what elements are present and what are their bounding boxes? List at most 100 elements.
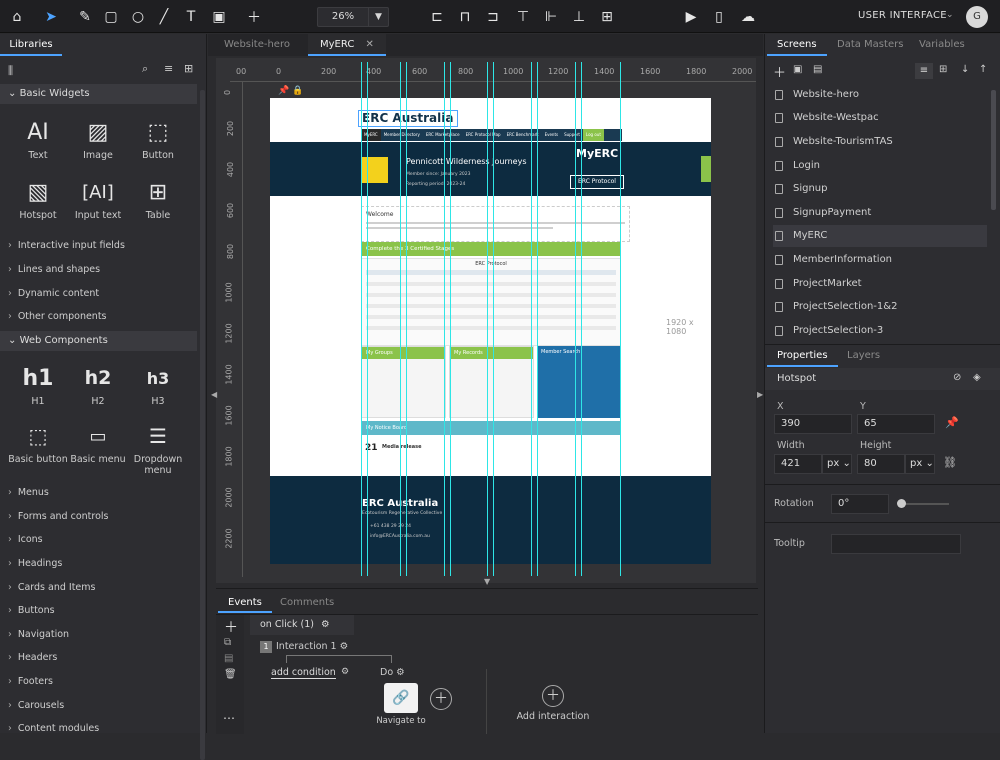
screen-item-selected[interactable]: MyERC — [773, 225, 987, 247]
align-center-icon[interactable]: ⊞ — [596, 6, 618, 28]
category-item[interactable]: Footers — [8, 676, 53, 687]
category-item[interactable]: Navigation — [8, 629, 69, 640]
lock-icon[interactable]: 🔒 — [292, 86, 303, 96]
add-icon[interactable]: ＋ — [243, 6, 265, 28]
screen-item[interactable]: ProjectSelection-3 — [773, 320, 987, 342]
interaction-label[interactable]: Interaction 1 ⚙ — [276, 641, 348, 652]
category-item[interactable]: Content modules — [8, 723, 99, 734]
add-action-button[interactable]: ＋ — [430, 688, 452, 710]
tab-variables[interactable]: Variables — [909, 34, 975, 56]
layout-guide[interactable] — [537, 62, 538, 576]
screen-item[interactable]: ProjectMarket — [773, 273, 987, 295]
widget-button[interactable]: ⬚ Button — [128, 114, 188, 162]
screens-scrollbar[interactable] — [991, 90, 996, 210]
widget-basic-button[interactable]: ⬚ Basic button — [8, 418, 68, 465]
widget-table[interactable]: ⊞ Table — [128, 174, 188, 222]
layout-guide[interactable] — [620, 62, 621, 576]
category-item[interactable]: Carousels — [8, 700, 64, 711]
pointer-tool-icon[interactable]: ➤ — [40, 6, 62, 28]
tab-myerc[interactable]: MyERC ✕ — [308, 34, 386, 56]
home-icon[interactable]: ⌂ — [6, 6, 28, 28]
collapse-bottom-icon[interactable]: ▼ — [484, 577, 490, 586]
gear-icon[interactable]: ⚙ — [396, 667, 405, 678]
event-trigger[interactable]: on Click (1) ⚙ — [250, 615, 354, 635]
tab-libraries[interactable]: Libraries — [0, 34, 62, 56]
library-icon[interactable]: ⫼ — [8, 64, 13, 78]
width-input[interactable]: 421 — [774, 454, 822, 474]
grid-view-icon[interactable]: ⊞ — [184, 62, 193, 75]
add-condition-link[interactable]: add condition — [271, 667, 336, 679]
search-icon[interactable]: ⌕ — [142, 62, 148, 76]
layout-guide[interactable] — [361, 62, 362, 576]
screen-item[interactable]: Login — [773, 155, 987, 177]
list-view-icon[interactable]: ≡ — [915, 63, 933, 79]
close-icon[interactable]: ✕ — [365, 39, 373, 50]
layout-guide[interactable] — [531, 62, 532, 576]
tab-layers[interactable]: Layers — [837, 345, 890, 367]
grid-view-icon[interactable]: ⊞ — [939, 64, 947, 75]
more-icon[interactable]: ⋯ — [223, 711, 235, 725]
play-icon[interactable]: ▶ — [680, 6, 702, 28]
collapse-right-icon[interactable]: ▶ — [757, 390, 763, 399]
layout-guide[interactable] — [400, 62, 401, 576]
pin-icon[interactable]: 📌 — [278, 86, 289, 96]
rectangle-tool-icon[interactable]: ▢ — [100, 6, 122, 28]
rotation-input[interactable]: 0° — [831, 494, 889, 514]
cloud-upload-icon[interactable]: ☁ — [737, 6, 759, 28]
layout-guide[interactable] — [487, 62, 488, 576]
section-web-components[interactable]: ⌄ Web Components — [0, 331, 197, 351]
folder-icon[interactable]: ▤ — [813, 64, 822, 75]
widget-image[interactable]: ▨ Image — [68, 114, 128, 162]
collapse-left-icon[interactable]: ◀ — [211, 390, 217, 399]
artboard-myerc[interactable]: ERC Australia MyERC Member Directory ERC… — [270, 98, 711, 564]
link-icon[interactable]: ⛓ — [943, 456, 957, 469]
category-item[interactable]: Lines and shapes — [8, 264, 100, 275]
tab-comments[interactable]: Comments — [270, 593, 344, 613]
category-item[interactable]: Menus — [8, 487, 49, 498]
gear-icon[interactable]: ⚙ — [321, 619, 330, 630]
tab-properties[interactable]: Properties — [767, 345, 838, 367]
image-tool-icon[interactable]: ▣ — [208, 6, 230, 28]
category-item[interactable]: Other components — [8, 311, 107, 322]
zoom-select[interactable]: 26% ▼ — [317, 7, 389, 27]
screen-item[interactable]: SignupPayment — [773, 202, 987, 224]
navigate-action[interactable]: 🔗 — [384, 683, 418, 713]
tab-events[interactable]: Events — [218, 593, 272, 613]
text-tool-icon[interactable]: T — [180, 6, 202, 28]
category-item[interactable]: Forms and controls — [8, 511, 109, 522]
screen-item[interactable]: Website-TourismTAS — [773, 131, 987, 153]
left-scrollbar[interactable] — [200, 90, 205, 760]
tab-screens[interactable]: Screens — [767, 34, 827, 56]
widget-h2[interactable]: h2 H2 — [68, 360, 128, 407]
pen-tool-icon[interactable]: ✎ — [74, 6, 96, 28]
gear-icon[interactable]: ⚙ — [341, 667, 349, 677]
screen-item[interactable]: Website-hero — [773, 84, 987, 106]
gear-icon[interactable]: ⚙ — [340, 641, 349, 652]
trash-icon[interactable]: 🗑 — [224, 669, 237, 680]
workspace-label[interactable]: USER INTERFACE — [858, 10, 947, 21]
align-top-icon[interactable]: ⊓ — [454, 6, 476, 28]
tab-website-hero[interactable]: Website-hero — [212, 34, 302, 56]
widget-hotspot[interactable]: ▧ Hotspot — [8, 174, 68, 222]
align-bottom-icon[interactable]: ⊥ — [568, 6, 590, 28]
category-item[interactable]: Headings — [8, 558, 62, 569]
paste-icon[interactable]: ▤ — [224, 653, 233, 664]
line-tool-icon[interactable]: ╱ — [153, 6, 175, 28]
widget-input-text[interactable]: [AI] Input text — [68, 174, 128, 222]
layout-guide[interactable] — [450, 62, 451, 576]
arrow-up-icon[interactable]: ↑ — [979, 64, 987, 75]
layout-guide[interactable] — [367, 62, 368, 576]
rotation-slider-track[interactable] — [899, 503, 949, 505]
add-interaction-label[interactable]: Add interaction — [506, 711, 600, 722]
layout-guide[interactable] — [575, 62, 576, 576]
width-unit-select[interactable]: px ⌄ — [822, 454, 852, 474]
screen-item[interactable]: Signup — [773, 178, 987, 200]
add-interaction-button[interactable]: ＋ — [542, 685, 564, 707]
widget-basic-menu[interactable]: ▭ Basic menu — [68, 418, 128, 466]
tooltip-input[interactable] — [831, 534, 961, 554]
rotation-slider-handle[interactable] — [897, 499, 906, 508]
x-input[interactable]: 390 — [774, 414, 852, 434]
height-input[interactable]: 80 — [857, 454, 905, 474]
list-view-icon[interactable]: ≡ — [164, 62, 173, 75]
screen-item[interactable]: Website-Westpac — [773, 107, 987, 129]
